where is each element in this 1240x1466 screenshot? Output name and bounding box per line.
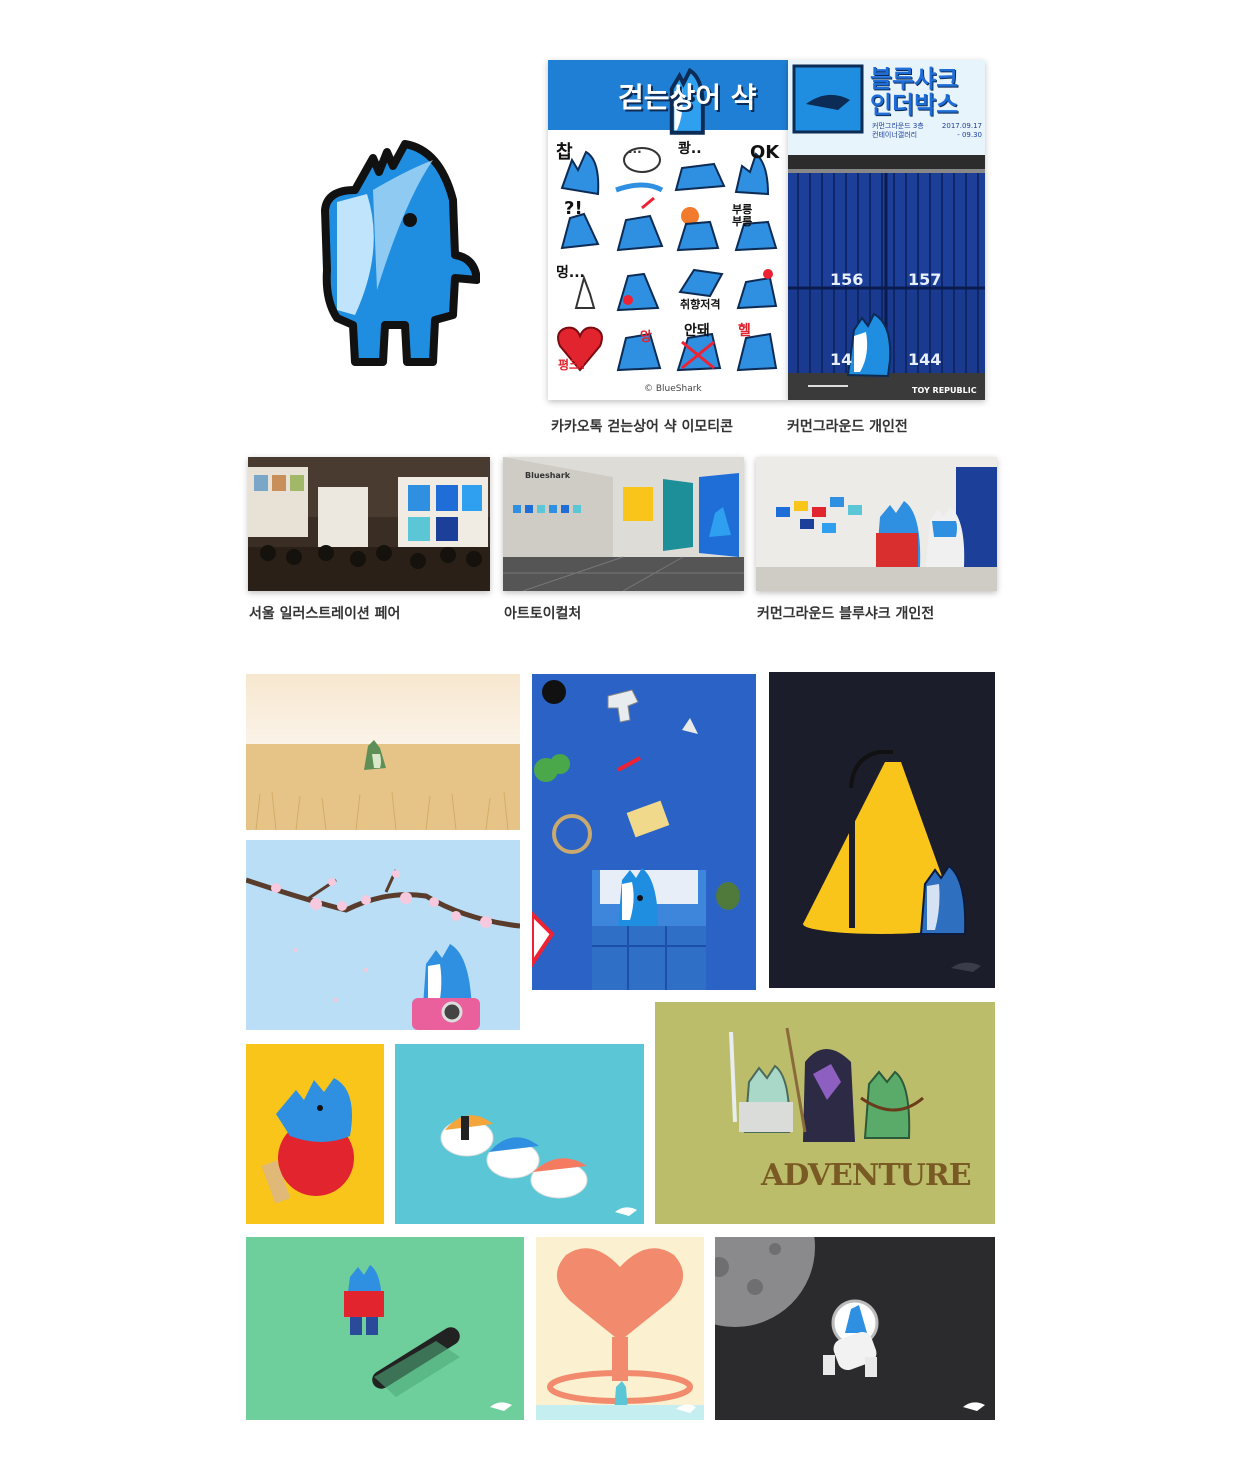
wheat-field-art [246,674,520,830]
shark-mascot-illustration [315,130,480,370]
adventure-title: ADVENTURE [761,1158,972,1193]
illustration-sushi [395,1044,644,1224]
sticker-label: 멍... [556,265,585,281]
photo-art-toy-culture: Blueshark [503,457,744,591]
sticker-label: ?! [564,198,583,219]
sticker-5 [560,212,600,250]
illustration-heart-explosion [536,1237,704,1420]
container-number: 157 [908,270,942,289]
sticker-14 [616,332,662,372]
poster-title-line2: 인더박스 [870,91,959,119]
astronaut-art [715,1237,995,1420]
heart-sticker-label: 평크! [558,358,586,372]
illustration-skateboard [246,1237,524,1420]
art-toy-culture-brand: Blueshark [525,471,571,480]
popsicle-art [246,1044,384,1224]
illustration-bed-objects [532,674,756,990]
sticker-label: 안돼 [684,323,710,339]
poster-brand: TOY REPUBLIC [912,386,977,395]
emoticon-header: 걷는상어 샥 [548,60,788,135]
skateboard-art [246,1237,524,1420]
sticker-3 [674,162,726,192]
sticker-9 [574,274,596,309]
poster-date-end: - 09.30 [957,131,982,139]
poster-title: 블루샤크 인더박스 [870,66,982,118]
bed-objects-art [532,674,756,990]
sticker-7 [676,207,720,252]
emoticon-copyright: © BlueShark [644,384,702,394]
photo-illustration-fair-art [248,457,490,591]
container-number: 14 [830,350,853,369]
shark-mascot-icon [321,140,480,366]
sticker-label: ... [628,142,642,156]
illustration-adventure: ADVENTURE [655,1002,995,1224]
sticker-label: 취향저격 [680,298,721,311]
sticker-10 [616,272,660,312]
illustration-cherry-blossom [246,840,520,1030]
heart-explosion-art [536,1237,704,1420]
sticker-11 [678,268,724,298]
illustration-astronaut [715,1237,995,1420]
poster-title-line1: 블루샤크 [870,65,959,93]
sticker-label: 앙 [640,330,652,345]
container-number: 156 [830,270,864,289]
caption-art-toy-culture: 아트토이컬처 [504,606,582,622]
poster-gallery: 컨테이너갤러리 [872,131,918,139]
street-lamp-art [769,672,995,988]
illustration-wheat-field [246,674,520,830]
sticker-6 [616,196,664,252]
photo-illustration-fair [248,457,490,591]
illustration-street-lamp [769,672,995,988]
caption-exhibition: 커먼그라운드 개인전 [787,419,908,435]
poster-date-start: 2017.09.17 [941,122,982,130]
emoticon-header-title: 걷는상어 샥 [618,81,757,114]
exhibition-poster: 블루샤크 인더박스 커먼그라운드 3층 2017.09.17 컨테이너갤러리 -… [788,60,985,400]
photo-commonground-art [756,457,997,591]
sushi-art [395,1044,644,1224]
sticker-label: OK [750,142,780,163]
illustration-popsicle [246,1044,384,1224]
sticker-label: 쾅.. [678,141,702,157]
container-number: 144 [908,350,942,369]
caption-emoticon: 카카오톡 걷는상어 샥 이모티콘 [551,419,734,435]
sticker-grid-art [557,147,778,372]
sticker-label: 부릉부릉 [732,203,753,228]
caption-commonground-exhibition: 커먼그라운드 블루샤크 개인전 [757,606,935,622]
sticker-label: 헬 [738,323,751,339]
poster-venue: 커먼그라운드 3층 [872,122,924,130]
caption-illustration-fair: 서울 일러스트레이션 페어 [249,606,401,622]
poster-info: 커먼그라운드 3층 2017.09.17 컨테이너갤러리 - 09.30 [872,122,982,140]
emoticon-sheet: 걷는상어 샥 찹 ... 쾅.. OK ?! 부릉부릉 멍... 취향저격 앙 … [548,60,788,400]
sticker-12 [736,269,778,310]
cherry-blossom-art [246,840,520,1030]
sticker-grid: 찹 ... 쾅.. OK ?! 부릉부릉 멍... 취향저격 앙 안돼 헬 평크… [554,138,782,378]
photo-commonground-exhibition [756,457,997,591]
sticker-label: 찹 [556,142,573,163]
